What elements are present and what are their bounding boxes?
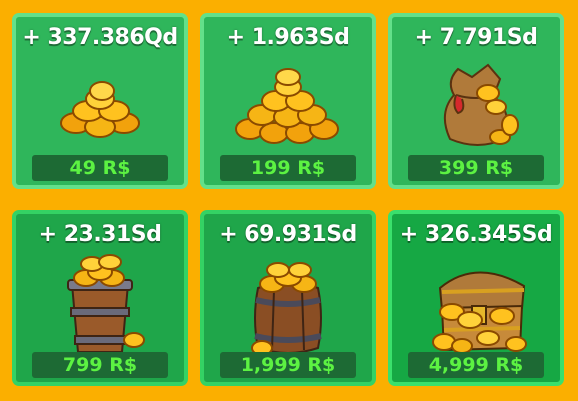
pack-amount: + 69.931Sd	[219, 222, 357, 247]
price-button[interactable]: 4,999 R$	[408, 352, 544, 378]
pack-card-2[interactable]: + 1.963Sd 199 R$	[200, 13, 376, 189]
currency-store-grid: + 337.386Qd 49 R$ + 1.963Sd 199 R$ + 7.7…	[0, 0, 578, 401]
pack-amount: + 7.791Sd	[414, 25, 538, 50]
price-button[interactable]: 1,999 R$	[220, 352, 356, 378]
coin-bag-icon	[443, 63, 519, 146]
pack-card-6[interactable]: + 326.345Sd 4,999 R$	[388, 210, 564, 386]
pack-amount: + 326.345Sd	[399, 222, 553, 247]
pack-card-4[interactable]: + 23.31Sd 799 R$	[12, 210, 188, 386]
pack-amount: + 23.31Sd	[38, 222, 162, 247]
pack-amount: + 1.963Sd	[226, 25, 350, 50]
pack-card-1[interactable]: + 337.386Qd 49 R$	[12, 13, 188, 189]
pack-card-3[interactable]: + 7.791Sd 399 R$	[388, 13, 564, 189]
pack-card-5[interactable]: + 69.931Sd 1,999 R$	[200, 210, 376, 386]
price-button[interactable]: 199 R$	[220, 155, 356, 181]
small-coin-pile-icon	[60, 81, 140, 138]
coin-barrel-icon	[251, 262, 322, 354]
treasure-chest-icon	[432, 271, 527, 354]
price-button[interactable]: 399 R$	[408, 155, 544, 181]
pack-amount: + 337.386Qd	[22, 25, 178, 50]
coin-bucket-icon	[67, 254, 145, 353]
price-button[interactable]: 49 R$	[32, 155, 168, 181]
price-button[interactable]: 799 R$	[32, 352, 168, 378]
coin-pile-icon	[235, 68, 339, 144]
